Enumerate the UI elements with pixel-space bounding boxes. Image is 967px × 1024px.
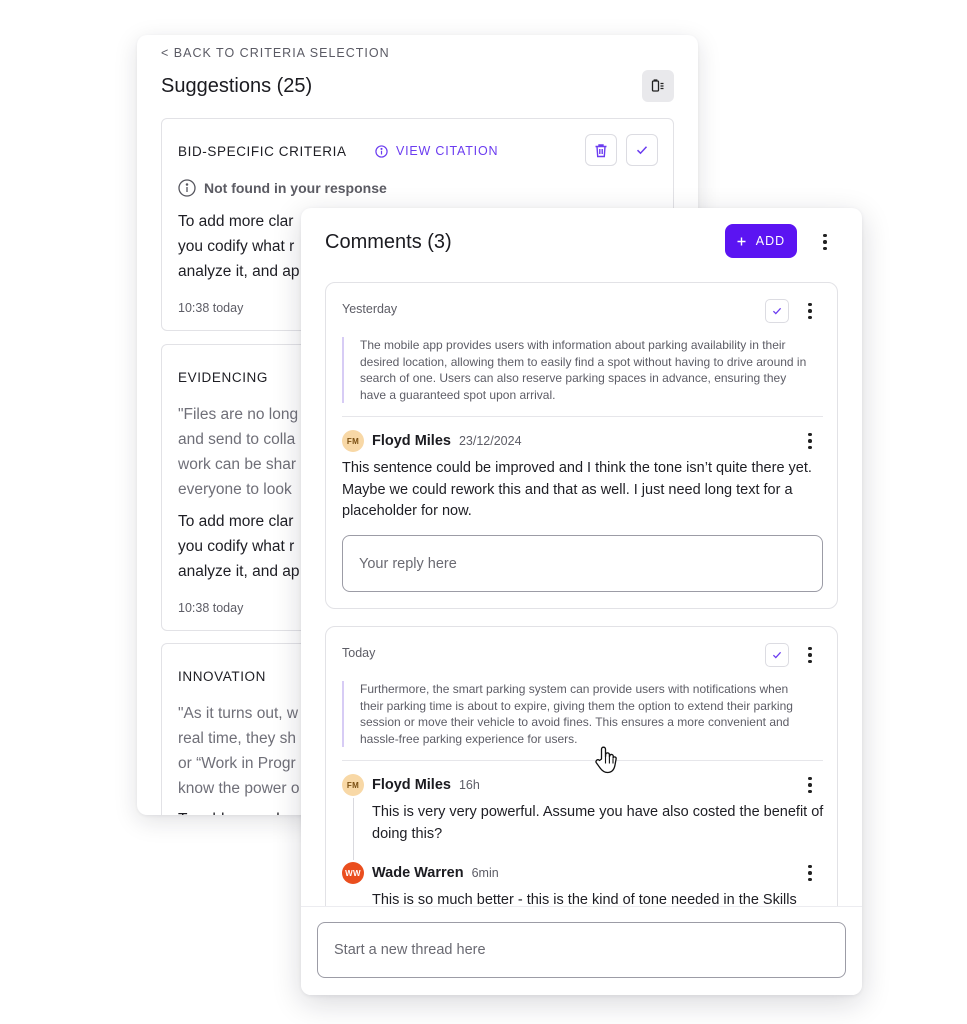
thread-date: Yesterday — [342, 302, 398, 316]
avatar: WW — [342, 862, 364, 884]
info-circle-icon — [178, 179, 196, 197]
card-label: BID-SPECIFIC CRITERIA — [178, 144, 347, 159]
back-to-criteria-link[interactable]: < BACK TO CRITERIA SELECTION — [161, 46, 390, 60]
card-label: INNOVATION — [178, 669, 267, 684]
thread-excerpt: Furthermore, the smart parking system ca… — [342, 681, 812, 747]
comments-more-menu[interactable] — [815, 230, 835, 254]
thread-date: Today — [342, 646, 376, 660]
resolve-thread-button[interactable] — [765, 299, 789, 323]
delete-suggestion-button[interactable] — [585, 134, 617, 166]
info-icon — [375, 144, 388, 158]
comment-more-menu[interactable] — [800, 773, 820, 797]
thread-more-menu[interactable] — [800, 299, 820, 323]
add-label: ADD — [755, 234, 786, 248]
card-label: EVIDENCING — [178, 370, 269, 385]
author-name: Floyd Miles — [372, 777, 451, 793]
comment-thread-today: Today Furthermore, the smart parking sys… — [325, 626, 838, 926]
plus-icon — [737, 237, 746, 246]
avatar: FM — [342, 774, 364, 796]
view-citation-label: VIEW CITATION — [396, 144, 499, 158]
check-icon — [772, 651, 782, 659]
avatar: FM — [342, 430, 364, 452]
check-icon — [772, 307, 782, 315]
comments-title: Comments (3) — [325, 231, 452, 253]
trash-icon — [594, 143, 608, 158]
comment-time: 6min — [471, 866, 499, 880]
reply-input[interactable] — [342, 535, 823, 592]
hand-cursor-icon — [594, 745, 618, 775]
resolve-thread-button[interactable] — [765, 643, 789, 667]
comment-text: This sentence could be improved and I th… — [342, 460, 812, 519]
suggestion-time: 10:38 today — [178, 601, 244, 615]
comment-text: This is very very powerful. Assume you h… — [372, 804, 824, 842]
suggestions-title: Suggestions (25) — [161, 75, 313, 97]
comment-thread-yesterday: Yesterday The mobile app provides users … — [325, 282, 838, 609]
comment-author-row: FM Floyd Miles 23/12/2024 — [342, 430, 522, 452]
thread-excerpt: The mobile app provides users with infor… — [342, 337, 812, 403]
suggestion-time: 10:38 today — [178, 301, 244, 315]
comment-more-menu[interactable] — [800, 429, 820, 453]
new-thread-footer — [301, 906, 862, 995]
clipboard-list-icon — [650, 78, 666, 94]
divider — [342, 416, 823, 417]
not-found-status: Not found in your response — [178, 179, 387, 197]
check-icon — [636, 145, 648, 155]
new-thread-input[interactable] — [317, 922, 846, 978]
accept-suggestion-button[interactable] — [626, 134, 658, 166]
comment-more-menu[interactable] — [800, 861, 820, 885]
divider — [342, 760, 823, 761]
author-name: Floyd Miles — [372, 433, 451, 449]
clipboard-list-button[interactable] — [642, 70, 674, 102]
comments-panel: Comments (3) ADD Yesterday The mobile ap… — [301, 208, 862, 995]
comment-time: 16h — [458, 778, 480, 792]
not-found-text: Not found in your response — [204, 180, 387, 196]
thread-more-menu[interactable] — [800, 643, 820, 667]
comment-time: 23/12/2024 — [458, 434, 522, 448]
reply-connector-line — [353, 798, 354, 860]
author-name: Wade Warren — [372, 865, 464, 881]
comment-author-row: FM Floyd Miles 16h — [342, 774, 480, 796]
view-citation-link[interactable]: VIEW CITATION — [375, 144, 498, 158]
add-comment-button[interactable]: ADD — [725, 224, 797, 258]
comment-author-row: WW Wade Warren 6min — [342, 862, 499, 884]
